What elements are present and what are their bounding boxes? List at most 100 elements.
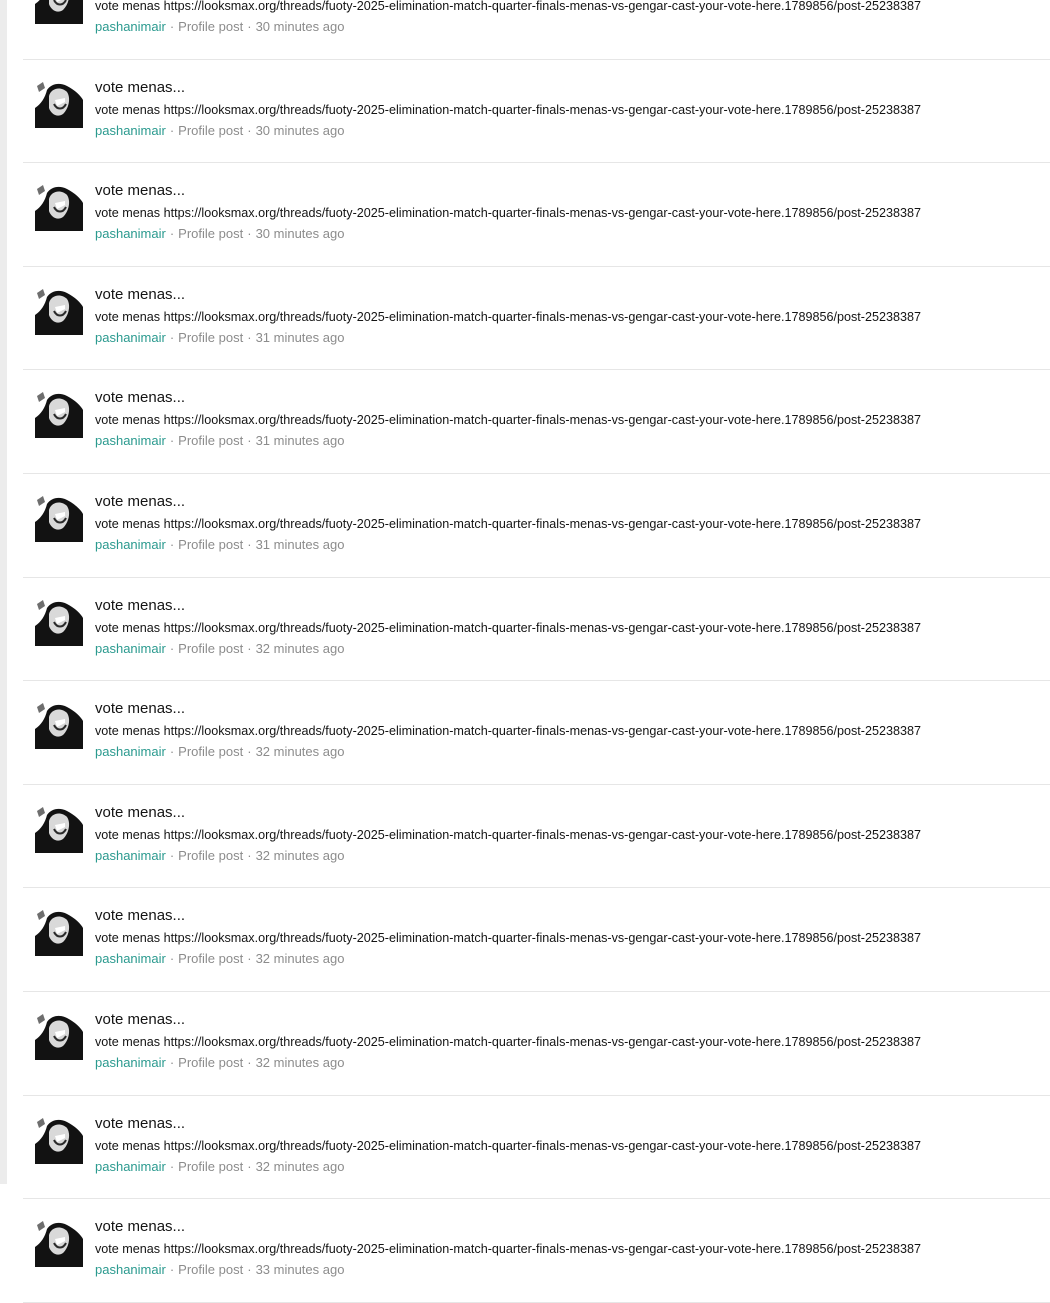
post-title[interactable]: vote menas... xyxy=(95,1217,185,1237)
meta-separator: · xyxy=(169,226,175,242)
item-content: vote menas... vote menas https://looksma… xyxy=(95,1217,1040,1279)
post-title[interactable]: vote menas... xyxy=(95,803,185,823)
post-title[interactable]: vote menas... xyxy=(95,285,185,305)
post-snippet: vote menas https://looksmax.org/threads/… xyxy=(95,1138,922,1153)
avatar-photo-icon xyxy=(35,286,83,335)
post-time: 30 minutes ago xyxy=(255,226,345,242)
avatar[interactable] xyxy=(35,908,83,957)
list-item: vote menas... vote menas https://looksma… xyxy=(23,992,1050,1096)
item-content: vote menas... vote menas https://looksma… xyxy=(95,1010,1040,1072)
list-item: vote menas... vote menas https://looksma… xyxy=(23,888,1050,992)
post-meta: pashanimair · Profile post · 32 minutes ago xyxy=(95,950,1040,968)
meta-separator: · xyxy=(247,847,252,863)
avatar[interactable] xyxy=(35,1115,83,1164)
avatar[interactable] xyxy=(35,493,83,542)
username-link[interactable]: pashanimair xyxy=(95,433,166,448)
avatar[interactable] xyxy=(35,0,83,24)
post-type: Profile post xyxy=(178,1262,244,1278)
post-time: 31 minutes ago xyxy=(255,433,345,449)
list-item: vote menas... vote menas https://looksma… xyxy=(23,474,1050,578)
post-time: 32 minutes ago xyxy=(255,640,345,656)
meta-separator: · xyxy=(247,951,252,967)
username-link[interactable]: pashanimair xyxy=(95,123,166,138)
list-item: vote menas... vote menas https://looksma… xyxy=(23,1199,1050,1303)
post-snippet: vote menas https://looksmax.org/threads/… xyxy=(95,1242,922,1257)
avatar-photo-icon xyxy=(35,79,83,128)
username-link[interactable]: pashanimair xyxy=(95,641,166,656)
post-title[interactable]: vote menas... xyxy=(95,906,185,926)
profile-post-feed: vote menas... vote menas https://looksma… xyxy=(23,0,1050,1303)
avatar[interactable] xyxy=(35,79,83,128)
item-content: vote menas... vote menas https://looksma… xyxy=(95,596,1040,658)
username-link[interactable]: pashanimair xyxy=(95,330,166,345)
post-snippet: vote menas https://looksmax.org/threads/… xyxy=(95,931,922,946)
meta-separator: · xyxy=(247,226,252,242)
post-snippet: vote menas https://looksmax.org/threads/… xyxy=(95,102,922,117)
meta-separator: · xyxy=(169,19,175,34)
post-time: 32 minutes ago xyxy=(255,951,345,967)
item-content: vote menas... vote menas https://looksma… xyxy=(95,181,1040,243)
avatar-photo-icon xyxy=(35,0,83,24)
meta-separator: · xyxy=(247,640,252,656)
username-link[interactable]: pashanimair xyxy=(95,1159,166,1174)
list-item: vote menas... vote menas https://looksma… xyxy=(23,785,1050,889)
avatar[interactable] xyxy=(35,390,83,439)
avatar[interactable] xyxy=(35,1219,83,1268)
post-title[interactable]: vote menas... xyxy=(95,492,185,512)
avatar-photo-icon xyxy=(35,183,83,232)
avatar[interactable] xyxy=(35,183,83,232)
meta-separator: · xyxy=(169,122,175,138)
item-content: vote menas... vote menas https://looksma… xyxy=(95,285,1040,347)
item-content: vote menas... vote menas https://looksma… xyxy=(95,78,1040,140)
post-title[interactable]: vote menas... xyxy=(95,181,185,201)
post-type: Profile post xyxy=(178,19,244,34)
post-title[interactable]: vote menas... xyxy=(95,596,185,616)
post-type: Profile post xyxy=(178,847,244,863)
username-link[interactable]: pashanimair xyxy=(95,537,166,552)
meta-separator: · xyxy=(169,1158,175,1174)
item-content: vote menas... vote menas https://looksma… xyxy=(95,906,1040,968)
post-snippet: vote menas https://looksmax.org/threads/… xyxy=(95,827,922,842)
avatar-photo-icon xyxy=(35,908,83,957)
post-type: Profile post xyxy=(178,122,244,138)
post-time: 32 minutes ago xyxy=(255,847,345,863)
avatar[interactable] xyxy=(35,286,83,335)
item-content: vote menas... vote menas https://looksma… xyxy=(95,1114,1040,1176)
post-type: Profile post xyxy=(178,226,244,242)
post-time: 30 minutes ago xyxy=(255,19,345,34)
post-time: 30 minutes ago xyxy=(255,122,345,138)
post-title[interactable]: vote menas... xyxy=(95,699,185,719)
meta-separator: · xyxy=(169,640,175,656)
post-title[interactable]: vote menas... xyxy=(95,1114,185,1134)
avatar-photo-icon xyxy=(35,597,83,646)
avatar[interactable] xyxy=(35,597,83,646)
post-meta: pashanimair · Profile post · 31 minutes ago xyxy=(95,432,1040,450)
post-title[interactable]: vote menas... xyxy=(95,1010,185,1030)
post-type: Profile post xyxy=(178,536,244,552)
post-meta: pashanimair · Profile post · 32 minutes ago xyxy=(95,847,1040,865)
username-link[interactable]: pashanimair xyxy=(95,226,166,241)
avatar[interactable] xyxy=(35,1011,83,1060)
avatar[interactable] xyxy=(35,701,83,750)
post-meta: pashanimair · Profile post · 32 minutes ago xyxy=(95,1054,1040,1072)
username-link[interactable]: pashanimair xyxy=(95,1262,166,1277)
username-link[interactable]: pashanimair xyxy=(95,848,166,863)
post-meta: pashanimair · Profile post · 32 minutes ago xyxy=(95,743,1040,761)
meta-separator: · xyxy=(169,536,175,552)
meta-separator: · xyxy=(169,433,175,449)
avatar[interactable] xyxy=(35,804,83,853)
post-meta: pashanimair · Profile post · 30 minutes ago xyxy=(95,225,1040,243)
post-title[interactable]: vote menas... xyxy=(95,388,185,408)
meta-separator: · xyxy=(247,1158,252,1174)
list-item: vote menas... vote menas https://looksma… xyxy=(23,0,1050,60)
meta-separator: · xyxy=(247,744,252,760)
username-link[interactable]: pashanimair xyxy=(95,951,166,966)
avatar-photo-icon xyxy=(35,1115,83,1164)
username-link[interactable]: pashanimair xyxy=(95,1055,166,1070)
username-link[interactable]: pashanimair xyxy=(95,19,166,34)
post-title[interactable]: vote menas... xyxy=(95,78,185,98)
meta-separator: · xyxy=(169,329,175,345)
post-type: Profile post xyxy=(178,433,244,449)
item-content: vote menas... vote menas https://looksma… xyxy=(95,492,1040,554)
username-link[interactable]: pashanimair xyxy=(95,744,166,759)
